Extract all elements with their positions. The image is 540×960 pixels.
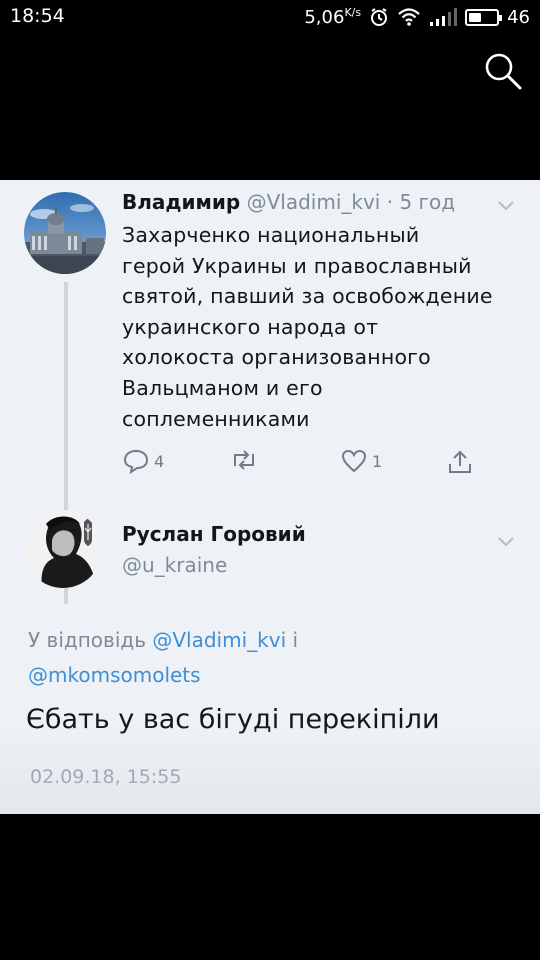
cathedral-image bbox=[24, 192, 106, 274]
share-icon bbox=[449, 450, 471, 473]
mention-link[interactable]: @Vladimi_kvi bbox=[152, 628, 286, 652]
replying-to-conjunction: і bbox=[292, 628, 299, 652]
tweet-text-line: Захарченко национальный bbox=[122, 223, 420, 247]
network-speed: 5,06K/s bbox=[304, 6, 361, 28]
tweet-text-line: холокоста организованного bbox=[122, 345, 431, 370]
tweet-actions: 4 1 bbox=[122, 448, 482, 478]
reply-count: 4 bbox=[154, 451, 165, 471]
chevron-down-icon[interactable] bbox=[497, 536, 515, 548]
retweet-button[interactable] bbox=[230, 448, 262, 472]
separator-dot: · bbox=[386, 190, 394, 214]
replying-to-second: @mkomsomolets bbox=[28, 663, 201, 687]
tweet-text-line: украинского народа от bbox=[122, 314, 379, 339]
tweet-text-line: герой Украины и православный bbox=[122, 253, 472, 278]
mention-link[interactable]: @mkomsomolets bbox=[28, 663, 201, 687]
author-handle[interactable]: @u_kraine bbox=[122, 553, 227, 577]
status-bar: 18:54 5,06K/s 46 bbox=[0, 0, 540, 34]
tweet-header: Владимир @Vladimi_kvi · 5 год bbox=[122, 190, 455, 214]
tweet-text-line: соплеменниками bbox=[122, 406, 310, 431]
wifi-icon bbox=[398, 8, 420, 26]
tweet-text-line: святой, павший за освобождение bbox=[122, 284, 493, 309]
author-handle[interactable]: @Vladimi_kvi bbox=[247, 190, 381, 214]
heart-icon bbox=[341, 449, 367, 473]
network-speed-value: 5,06 bbox=[304, 7, 345, 28]
avatar[interactable] bbox=[24, 510, 102, 588]
battery-level bbox=[469, 12, 482, 22]
avatar[interactable] bbox=[24, 192, 106, 274]
tweet-time[interactable]: 5 год bbox=[399, 190, 455, 214]
alarm-icon bbox=[371, 8, 388, 26]
like-count: 1 bbox=[372, 451, 383, 471]
author-name[interactable]: Владимир bbox=[122, 190, 240, 214]
tweet-card: Владимир @Vladimi_kvi · 5 год Захарченко… bbox=[0, 180, 540, 814]
tweet-text-line: Вальцманом и его bbox=[122, 375, 323, 400]
author-name[interactable]: Руслан Горовий bbox=[122, 522, 306, 546]
replying-to: У відповідь @Vladimi_kvi і bbox=[28, 628, 298, 652]
battery-percent: 46 bbox=[507, 6, 530, 28]
battery-icon bbox=[465, 8, 503, 26]
reply-icon bbox=[123, 449, 149, 474]
signal-icon bbox=[430, 8, 458, 26]
network-speed-unit: K/s bbox=[344, 6, 362, 19]
chevron-down-icon[interactable] bbox=[497, 200, 515, 212]
tweet-timestamp[interactable]: 02.09.18, 15:55 bbox=[30, 766, 181, 788]
profile-photo bbox=[24, 510, 102, 588]
status-time: 18:54 bbox=[10, 5, 65, 27]
status-indicators: 5,06K/s 46 bbox=[304, 5, 530, 29]
tweet-text: Захарченко национальный герой Украины и … bbox=[122, 220, 522, 434]
tweet-text: Єбать у вас бігуді перекіпіли bbox=[26, 704, 440, 735]
retweet-icon bbox=[234, 450, 254, 470]
share-button[interactable] bbox=[446, 448, 474, 476]
like-button[interactable]: 1 bbox=[340, 448, 382, 474]
replying-to-label: У відповідь bbox=[28, 628, 146, 652]
search-icon[interactable] bbox=[484, 52, 522, 90]
reply-button[interactable]: 4 bbox=[122, 448, 164, 474]
